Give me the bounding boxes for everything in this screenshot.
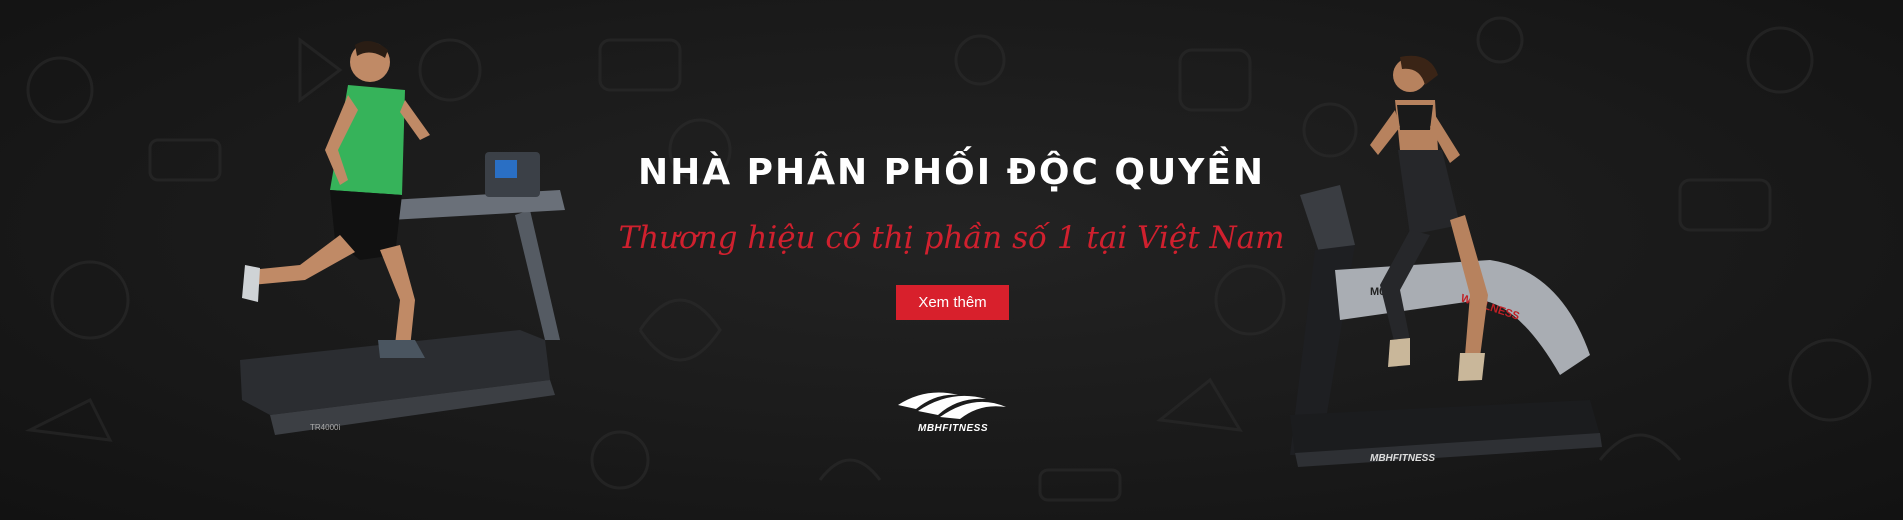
hero-banner: TR4000i M00Z WELLNESS MBHFITNESS	[0, 0, 1903, 520]
right-treadmill-runner-image: M00Z WELLNESS MBHFITNESS	[1290, 55, 1602, 467]
left-treadmill-model-label: TR4000i	[310, 423, 340, 432]
banner-tagline: Thương hiệu có thị phần số 1 tại Việt Na…	[618, 220, 1285, 256]
right-treadmill-base-label: MBHFITNESS	[1370, 453, 1435, 464]
banner-headline: NHÀ PHÂN PHỐI ĐỘC QUYỀN	[637, 152, 1266, 193]
mbh-fitness-logo-text: MBHFITNESS	[918, 423, 988, 434]
view-more-button[interactable]: Xem thêm	[896, 285, 1009, 320]
left-treadmill-runner-image: TR4000i	[240, 41, 565, 435]
